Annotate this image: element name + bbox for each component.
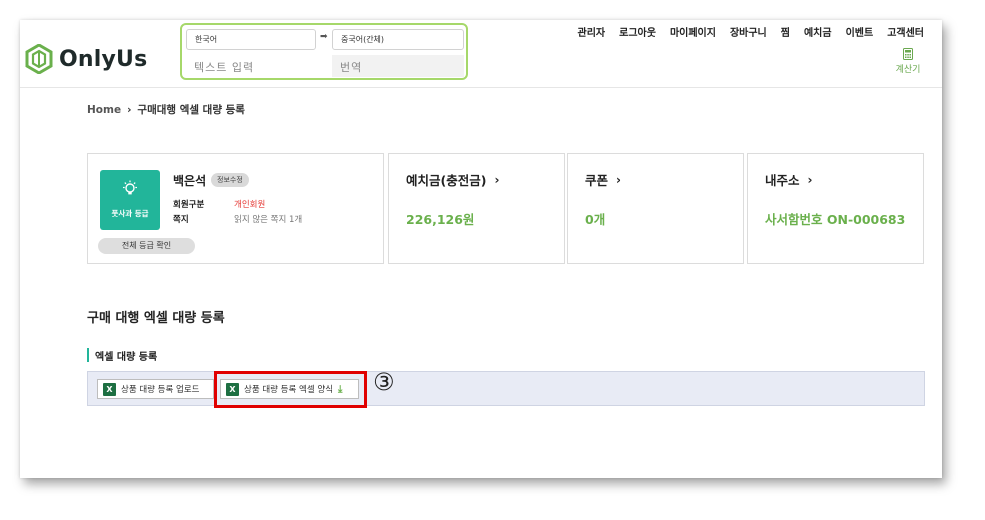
logo-hexagon-icon xyxy=(25,44,53,74)
nav-mypage[interactable]: 마이페이지 xyxy=(670,24,716,39)
coupon-value: 0개 xyxy=(585,212,606,227)
upload-toolbar: X 상품 대량 등록 업로드 X 상품 대량 등록 엑셀 양식 ⤓ xyxy=(87,371,925,406)
message-value[interactable]: 읽지 않은 쪽지 1개 xyxy=(234,213,302,225)
nav-event[interactable]: 이벤트 xyxy=(846,24,874,39)
edit-profile-button[interactable]: 정보수정 xyxy=(211,173,249,187)
nav-logout[interactable]: 로그아웃 xyxy=(619,24,656,39)
deposit-value: 226,126원 xyxy=(406,212,475,227)
chevron-right-icon: › xyxy=(616,172,621,187)
coupon-title: 쿠폰 › xyxy=(585,170,621,189)
step-marker: ③ xyxy=(373,368,395,396)
chevron-right-icon: › xyxy=(807,172,813,187)
nav-cart[interactable]: 장바구니 xyxy=(730,24,767,39)
logo-text: OnlyUs xyxy=(59,46,148,72)
excel-icon: X xyxy=(103,382,116,396)
member-type-value: 개인회원 xyxy=(234,200,266,210)
all-grades-button[interactable]: 전체 등급 확인 xyxy=(98,238,195,254)
breadcrumb-separator-icon: › xyxy=(127,103,132,116)
breadcrumb-home[interactable]: Home xyxy=(87,104,121,116)
message-label: 쪽지 xyxy=(173,215,189,225)
address-title: 내주소 › xyxy=(765,170,812,189)
address-value: 사서함번호 ON-000683 xyxy=(765,212,906,227)
address-title-text: 내주소 xyxy=(765,173,800,188)
deposit-card[interactable]: 예치금(충전금) › 226,126원 xyxy=(388,153,565,264)
highlight-box xyxy=(214,371,367,408)
breadcrumb: Home › 구매대행 엑셀 대량 등록 xyxy=(87,102,245,117)
bulk-upload-button[interactable]: X 상품 대량 등록 업로드 xyxy=(97,379,214,399)
address-card[interactable]: 내주소 › 사서함번호 ON-000683 xyxy=(747,153,924,264)
breadcrumb-current: 구매대행 엑셀 대량 등록 xyxy=(137,104,245,116)
calculator-icon xyxy=(903,48,913,60)
deposit-title-text: 예치금(충전금) xyxy=(406,173,487,188)
bulk-upload-label: 상품 대량 등록 업로드 xyxy=(121,385,200,395)
section-title: 구매 대행 엑셀 대량 등록 xyxy=(87,311,225,326)
page-frame: OnlyUs 한국어 ➡ 중국어(간체) 텍스트 입력 번역 관리자 로그아웃 … xyxy=(20,20,942,478)
nav-wishlist[interactable]: 찜 xyxy=(781,24,790,39)
section-subtitle: 엑셀 대량 등록 xyxy=(87,348,157,363)
header-divider xyxy=(20,87,942,88)
user-name: 백은석 xyxy=(173,174,207,188)
coupon-card[interactable]: 쿠폰 › 0개 xyxy=(567,153,744,264)
translate-input[interactable]: 텍스트 입력 xyxy=(186,55,324,77)
top-nav: 관리자 로그아웃 마이페이지 장바구니 찜 예치금 이벤트 고객센터 xyxy=(578,24,924,39)
member-type-label: 회원구분 xyxy=(173,200,205,210)
logo[interactable]: OnlyUs xyxy=(25,44,147,74)
lightbulb-icon xyxy=(123,180,137,195)
calculator-label: 계산기 xyxy=(895,65,921,75)
deposit-title: 예치금(충전금) › xyxy=(406,170,499,189)
chevron-right-icon: › xyxy=(494,172,500,187)
translate-output: 번역 xyxy=(332,55,464,77)
grade-label: 풋사과 등급 xyxy=(111,209,149,218)
source-language-select[interactable]: 한국어 xyxy=(186,29,316,50)
profile-card: 풋사과 등급 백은석 정보수정 회원구분 개인회원 쪽지 읽지 않은 쪽지 1개… xyxy=(87,153,384,264)
nav-admin[interactable]: 관리자 xyxy=(578,24,606,39)
coupon-title-text: 쿠폰 xyxy=(585,173,609,188)
grade-badge: 풋사과 등급 xyxy=(100,170,160,230)
target-language-select[interactable]: 중국어(간체) xyxy=(332,29,464,50)
arrow-right-icon: ➡ xyxy=(320,32,328,42)
nav-support[interactable]: 고객센터 xyxy=(887,24,924,39)
nav-deposit[interactable]: 예치금 xyxy=(804,24,832,39)
translator-widget: 한국어 ➡ 중국어(간체) 텍스트 입력 번역 xyxy=(180,23,468,80)
calculator-button[interactable]: 계산기 xyxy=(890,48,926,75)
